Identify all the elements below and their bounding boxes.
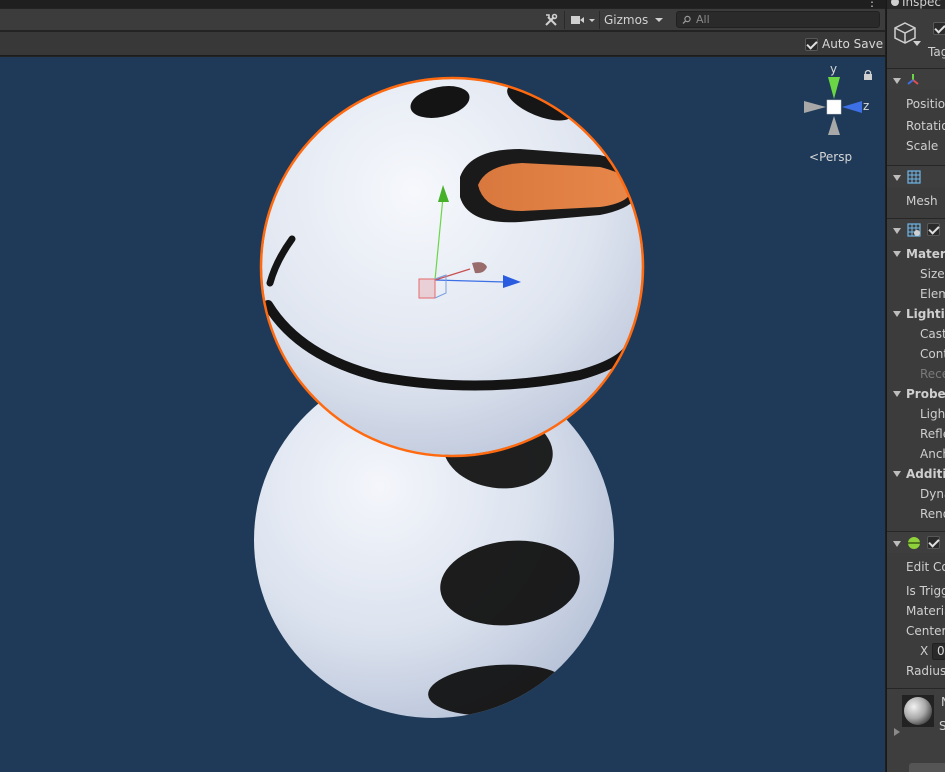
info-icon	[891, 0, 899, 6]
inspector-panel: Inspec Tag Position Rotation Scale Mesh	[886, 0, 945, 772]
foldout-arrow-icon[interactable]	[893, 471, 901, 477]
material-name: N	[941, 695, 945, 709]
axis-z-label: z	[863, 99, 869, 113]
element-label: Elem	[920, 287, 945, 301]
foldout-arrow-icon	[893, 541, 901, 547]
axis-y-label: y	[830, 62, 837, 76]
auto-save-checkbox[interactable]	[805, 37, 818, 51]
foldout-arrow-icon	[893, 175, 901, 181]
collider-material-label: Materia	[906, 604, 945, 618]
mesh-filter-header[interactable]	[887, 165, 945, 187]
radius-label: Radius	[906, 664, 945, 678]
chevron-down-icon	[589, 19, 595, 22]
sphere-collider-header[interactable]	[887, 531, 945, 553]
position-label: Position	[906, 97, 945, 111]
foldout-arrow-icon	[893, 228, 901, 234]
gizmo-center-cube	[826, 99, 842, 115]
rotation-label: Rotation	[906, 119, 945, 133]
active-checkbox[interactable]	[933, 22, 945, 35]
foldout-arrow-icon	[893, 78, 901, 84]
toolbar-separator	[564, 11, 565, 29]
material-preview-section: N S	[887, 688, 945, 772]
lighting-label[interactable]: Lighting	[906, 307, 945, 321]
projection-toggle[interactable]: <Persp	[809, 150, 852, 164]
scene-viewport[interactable]: y z <Persp	[0, 57, 885, 772]
mesh-filter-icon	[907, 170, 921, 184]
mesh-renderer-icon	[907, 223, 921, 237]
reflection-probes-label: Refle	[920, 427, 945, 441]
transform-header[interactable]	[887, 68, 945, 90]
foldout-arrow-icon[interactable]	[893, 391, 901, 397]
center-x-field[interactable]: 0	[932, 643, 945, 660]
camera-icon	[571, 16, 580, 24]
perspective-icon: <	[809, 150, 820, 164]
material-sphere-thumbnail[interactable]	[902, 695, 934, 727]
transform-icon	[907, 74, 919, 85]
material-shader-label: S	[939, 719, 945, 733]
rendering-layer-label: Rend	[920, 507, 945, 521]
add-component-button[interactable]	[909, 763, 945, 772]
scale-label: Scale	[906, 139, 939, 153]
center-handle	[418, 278, 436, 299]
mesh-renderer-enabled-checkbox[interactable]	[927, 223, 940, 236]
z-cone	[842, 101, 862, 113]
scene-camera-dropdown[interactable]	[570, 10, 598, 30]
sphere-collider-enabled-checkbox[interactable]	[927, 536, 940, 549]
materials-label[interactable]: Materia	[906, 247, 945, 261]
scene-search-field[interactable]: All	[676, 11, 880, 28]
auto-save-toggle[interactable]: Auto Save	[805, 36, 883, 52]
chevron-down-icon	[655, 18, 663, 22]
contribute-gi-label: Cont	[920, 347, 945, 361]
gizmos-dropdown-arrow[interactable]	[654, 10, 664, 30]
center-label: Center	[906, 624, 945, 638]
projection-label: Persp	[819, 150, 853, 164]
sphere-collider-icon	[908, 537, 920, 549]
toolbar-separator	[599, 11, 600, 29]
additional-settings-label[interactable]: Additio	[906, 467, 945, 481]
scene-tab-strip: ⋮	[0, 0, 885, 8]
neg-y-cone	[828, 116, 840, 135]
mesh-renderer-header[interactable]	[887, 218, 945, 240]
gizmos-button[interactable]: Gizmos	[604, 10, 648, 30]
chevron-down-icon[interactable]	[913, 41, 921, 47]
unity-editor: ⋮ Gizmos All Auto Save y z <Persp Inspec…	[0, 0, 945, 772]
foldout-arrow-icon[interactable]	[893, 311, 901, 317]
cast-shadows-label: Cast	[920, 327, 945, 341]
receive-gi-label: Rece	[920, 367, 945, 381]
size-label: Size	[920, 267, 945, 281]
more-options-button[interactable]: ⋮	[866, 0, 878, 8]
anchor-override-label: Anch	[920, 447, 945, 461]
lock-icon[interactable]	[863, 69, 873, 81]
search-placeholder: All	[696, 13, 710, 26]
is-trigger-label: Is Trigg	[906, 584, 945, 598]
tag-label: Tag	[928, 45, 945, 59]
scene-sub-toolbar: Auto Save	[0, 32, 885, 56]
chevron-right-icon[interactable]	[893, 727, 901, 737]
auto-save-label: Auto Save	[822, 37, 884, 51]
mesh-label: Mesh	[906, 194, 938, 208]
tools-icon[interactable]	[543, 10, 559, 30]
light-probes-label: Light	[920, 407, 945, 421]
edit-collider-label: Edit Co	[906, 560, 945, 574]
dynamic-occlusion-label: Dyna	[920, 487, 945, 501]
center-x-label: X	[920, 644, 929, 658]
search-icon	[682, 15, 691, 24]
neg-x-cone	[804, 101, 826, 113]
foldout-arrow-icon[interactable]	[893, 251, 901, 257]
y-cone	[828, 77, 840, 99]
scene-view: ⋮ Gizmos All Auto Save y z <Persp	[0, 0, 885, 772]
scene-toolbar: Gizmos All	[0, 9, 885, 31]
orientation-gizmo[interactable]: y z	[804, 62, 869, 135]
center-x-value: 0	[937, 644, 945, 658]
inspector-title: Inspec	[902, 0, 941, 9]
probes-label[interactable]: Probes	[906, 387, 945, 401]
